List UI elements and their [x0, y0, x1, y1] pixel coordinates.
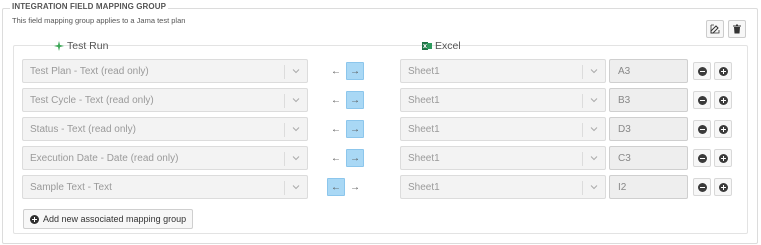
arrow-right-button[interactable]: →: [346, 178, 364, 196]
remove-row-button[interactable]: [693, 91, 711, 109]
jama-field-select[interactable]: Sample Text - Text: [22, 175, 308, 199]
jama-field-value: Test Plan - Text (read only): [30, 65, 149, 77]
plus-circle-icon: [718, 66, 728, 76]
edit-button[interactable]: [706, 20, 724, 38]
test-run-header: Test Run: [54, 40, 108, 52]
add-row-button[interactable]: [714, 149, 732, 167]
chevron-down-icon: [292, 98, 300, 103]
cell-input[interactable]: A3: [609, 59, 688, 83]
cell-input[interactable]: C3: [609, 146, 688, 170]
cell-input[interactable]: B3: [609, 88, 688, 112]
group-title: INTEGRATION FIELD MAPPING GROUP: [10, 2, 169, 11]
mapping-row: Execution Date - Date (read only) ← → Sh…: [0, 146, 761, 170]
add-row-button[interactable]: [714, 178, 732, 196]
plus-circle-icon: [718, 182, 728, 192]
chevron-down-icon: [590, 127, 598, 132]
sheet-value: Sheet1: [408, 181, 440, 193]
sheet-select[interactable]: Sheet1: [400, 175, 606, 199]
arrow-right-button[interactable]: →: [346, 91, 364, 109]
remove-row-button[interactable]: [693, 178, 711, 196]
chevron-down-icon: [590, 69, 598, 74]
mapping-row: Sample Text - Text ← → Sheet1 I2: [0, 175, 761, 199]
minus-circle-icon: [697, 153, 707, 163]
add-mapping-group-label: Add new associated mapping group: [43, 214, 187, 224]
sheet-value: Sheet1: [408, 152, 440, 164]
add-row-button[interactable]: [714, 62, 732, 80]
arrow-left-button[interactable]: ←: [327, 120, 345, 138]
sheet-select[interactable]: Sheet1: [400, 59, 606, 83]
jama-field-select[interactable]: Test Cycle - Text (read only): [22, 88, 308, 112]
jama-field-value: Execution Date - Date (read only): [30, 152, 179, 164]
jama-field-select[interactable]: Status - Text (read only): [22, 117, 308, 141]
excel-label: Excel: [435, 40, 461, 52]
sheet-value: Sheet1: [408, 123, 440, 135]
minus-circle-icon: [697, 95, 707, 105]
cell-value: C3: [618, 152, 631, 164]
sheet-select[interactable]: Sheet1: [400, 146, 606, 170]
remove-row-button[interactable]: [693, 62, 711, 80]
sheet-select[interactable]: Sheet1: [400, 88, 606, 112]
chevron-down-icon: [292, 185, 300, 190]
delete-button[interactable]: [728, 20, 746, 38]
jama-field-value: Status - Text (read only): [30, 123, 136, 135]
edit-icon: [710, 24, 720, 34]
arrow-left-button[interactable]: ←: [327, 91, 345, 109]
chevron-down-icon: [292, 69, 300, 74]
add-row-button[interactable]: [714, 91, 732, 109]
cell-value: I2: [618, 181, 627, 193]
mapping-row: Test Cycle - Text (read only) ← → Sheet1…: [0, 88, 761, 112]
plus-circle-icon: [718, 95, 728, 105]
jama-field-value: Sample Text - Text: [30, 181, 112, 193]
arrow-right-button[interactable]: →: [346, 120, 364, 138]
sheet-value: Sheet1: [408, 65, 440, 77]
cell-value: D3: [618, 123, 631, 135]
trash-icon: [733, 24, 741, 34]
mapping-row: Test Plan - Text (read only) ← → Sheet1 …: [0, 59, 761, 83]
plus-circle-icon: [718, 153, 728, 163]
add-mapping-group-button[interactable]: Add new associated mapping group: [23, 209, 194, 229]
test-run-label: Test Run: [67, 40, 109, 52]
remove-row-button[interactable]: [693, 120, 711, 138]
sparkle-icon: [54, 41, 64, 51]
chevron-down-icon: [292, 156, 300, 161]
plus-circle-icon: [718, 124, 728, 134]
excel-icon: [422, 42, 432, 50]
cell-value: B3: [618, 94, 631, 106]
remove-row-button[interactable]: [693, 149, 711, 167]
chevron-down-icon: [590, 98, 598, 103]
chevron-down-icon: [590, 156, 598, 161]
chevron-down-icon: [292, 127, 300, 132]
minus-circle-icon: [697, 182, 707, 192]
excel-header: Excel: [422, 40, 461, 52]
arrow-left-button[interactable]: ←: [327, 178, 345, 196]
jama-field-value: Test Cycle - Text (read only): [30, 94, 154, 106]
jama-field-select[interactable]: Test Plan - Text (read only): [22, 59, 308, 83]
sheet-select[interactable]: Sheet1: [400, 117, 606, 141]
minus-circle-icon: [697, 124, 707, 134]
cell-input[interactable]: I2: [609, 175, 688, 199]
arrow-right-button[interactable]: →: [346, 149, 364, 167]
cell-input[interactable]: D3: [609, 117, 688, 141]
minus-circle-icon: [697, 66, 707, 76]
cell-value: A3: [618, 65, 631, 77]
plus-circle-icon: [30, 214, 39, 224]
jama-field-select[interactable]: Execution Date - Date (read only): [22, 146, 308, 170]
group-subtitle: This field mapping group applies to a Ja…: [12, 16, 186, 25]
arrow-right-button[interactable]: →: [346, 62, 364, 80]
arrow-left-button[interactable]: ←: [327, 62, 345, 80]
mapping-row: Status - Text (read only) ← → Sheet1 D3: [0, 117, 761, 141]
chevron-down-icon: [590, 185, 598, 190]
add-row-button[interactable]: [714, 120, 732, 138]
sheet-value: Sheet1: [408, 94, 440, 106]
arrow-left-button[interactable]: ←: [327, 149, 345, 167]
